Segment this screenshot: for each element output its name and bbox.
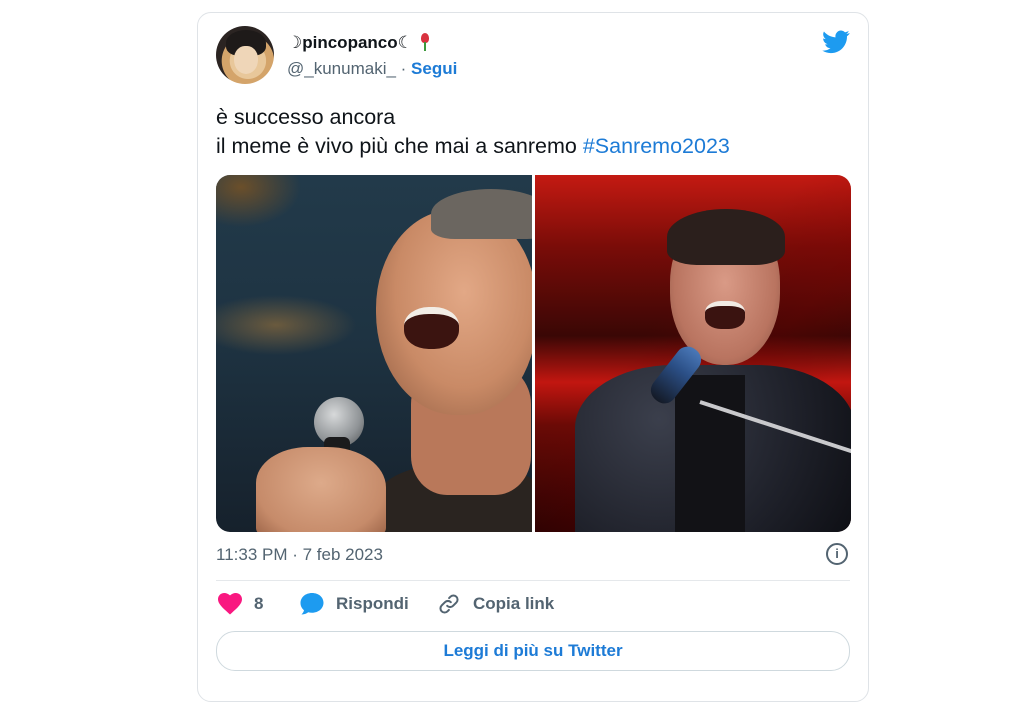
link-icon — [439, 594, 459, 614]
tweet-timestamp[interactable]: 11:33 PM · 7 feb 2023 — [216, 545, 383, 565]
tweet-text: è successo ancora il meme è vivo più che… — [216, 103, 730, 161]
left-face — [376, 210, 532, 415]
author-handle-line: @_kunumaki_ · Segui — [287, 59, 457, 79]
author-display-name[interactable]: ☽pincopanco☾ — [287, 33, 429, 53]
right-hair — [667, 209, 785, 265]
left-mouth — [404, 307, 459, 349]
rose-emoji-icon — [419, 33, 429, 51]
tweet-text-line-1: è successo ancora — [216, 105, 396, 129]
tweet-media[interactable] — [216, 175, 851, 532]
right-shirt — [675, 375, 745, 532]
tweet-text-line-2: il meme è vivo più che mai a sanremo #Sa… — [216, 132, 730, 161]
right-mouth — [705, 301, 745, 329]
photo-left-singer[interactable] — [216, 175, 532, 532]
read-more-on-twitter-button[interactable]: Leggi di più su Twitter — [216, 631, 850, 671]
reply-label: Rispondi — [336, 594, 409, 613]
tweet-text-line-2-body: il meme è vivo più che mai a sanremo — [216, 134, 583, 158]
read-more-label: Leggi di più su Twitter — [443, 641, 623, 660]
left-hair — [431, 189, 532, 239]
tweet-card: ☽pincopanco☾ @_kunumaki_ · Segui è succe… — [197, 12, 869, 702]
reply-bubble-icon — [300, 593, 324, 615]
display-name-text: ☽pincopanco☾ — [287, 33, 413, 52]
photo-right-singer[interactable] — [535, 175, 851, 532]
like-button[interactable]: 8 — [218, 593, 263, 615]
heart-icon — [218, 593, 242, 615]
copy-link-label: Copia link — [473, 594, 555, 613]
reply-button[interactable]: Rispondi — [300, 593, 409, 615]
hashtag-link[interactable]: #Sanremo2023 — [583, 134, 730, 158]
like-count: 8 — [254, 594, 264, 613]
twitter-bird-icon[interactable] — [822, 30, 850, 54]
copy-link-button[interactable]: Copia link — [437, 593, 554, 615]
author-handle[interactable]: @_kunumaki_ — [287, 59, 396, 78]
avatar[interactable] — [216, 26, 274, 84]
divider — [216, 580, 850, 581]
left-hands — [256, 447, 386, 532]
follow-button[interactable]: Segui — [411, 59, 457, 78]
avatar-face — [234, 46, 258, 74]
info-icon[interactable]: i — [826, 543, 848, 565]
handle-separator: · — [395, 59, 412, 78]
